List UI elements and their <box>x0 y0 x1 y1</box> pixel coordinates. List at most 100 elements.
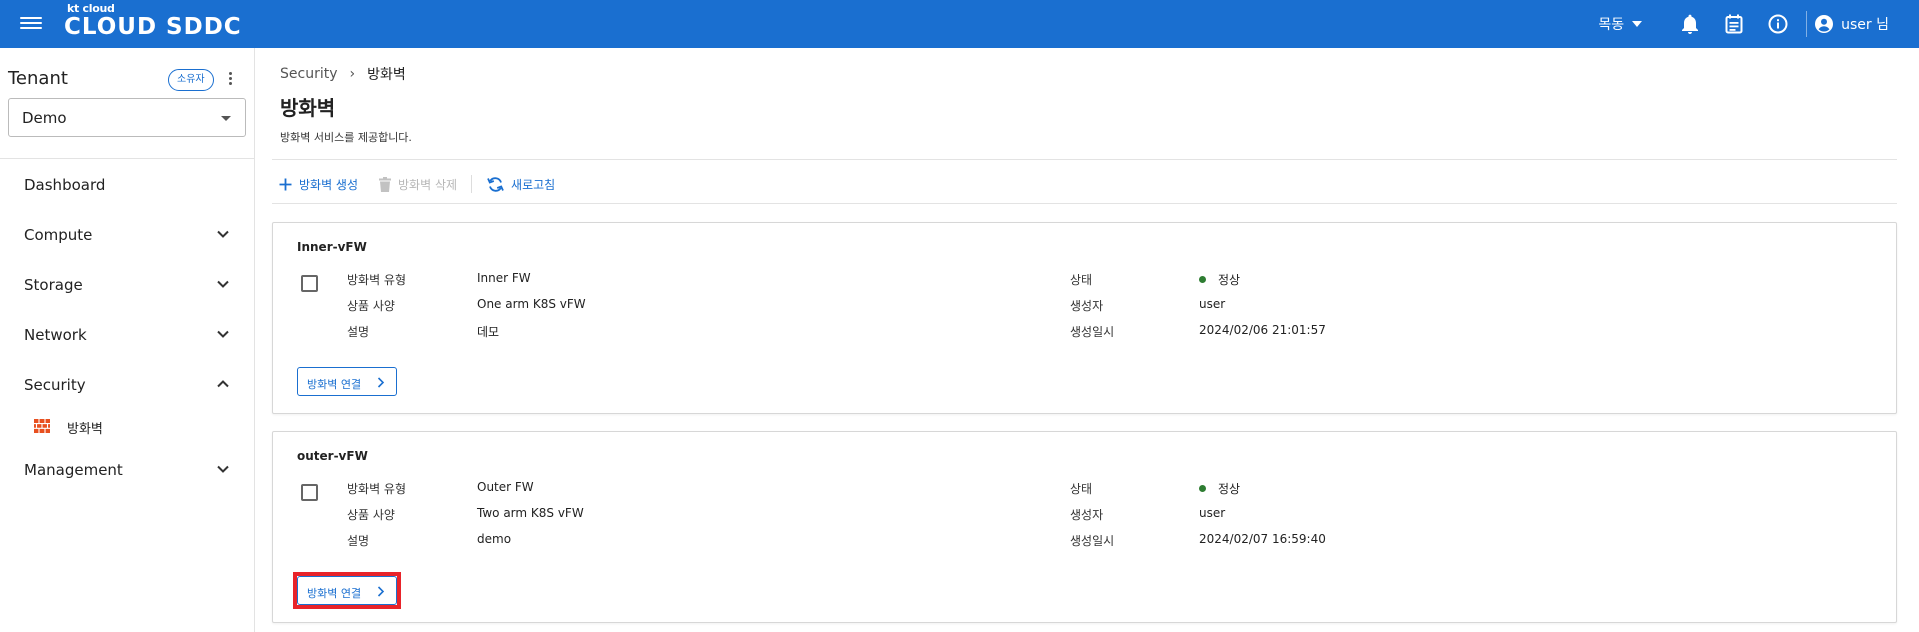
create-firewall-button[interactable]: 방화벽 생성 <box>272 176 358 193</box>
divider <box>272 203 1897 204</box>
firewall-connect-button[interactable]: 방화벽 연결 <box>297 367 397 396</box>
logo-brand: CLOUD SDDC <box>64 14 242 40</box>
created-at-value: 2024/02/06 21:01:57 <box>1199 323 1326 337</box>
spec-value: Two arm K8S vFW <box>477 506 584 520</box>
type-label: 방화벽 유형 <box>347 482 407 496</box>
chevron-right-icon <box>377 586 385 597</box>
bell-icon[interactable] <box>1668 0 1712 48</box>
description-label: 설명 <box>347 325 370 339</box>
creator-label: 생성자 <box>1070 299 1104 313</box>
calendar-icon[interactable] <box>1712 0 1756 48</box>
breadcrumb-security[interactable]: Security <box>280 66 338 82</box>
region-label: 목동 <box>1598 17 1625 33</box>
toolbar: 방화벽 생성 방화벽 삭제 새로고침 <box>272 169 569 199</box>
status-dot-icon <box>1199 276 1206 283</box>
sidebar-item-label: Security <box>24 376 86 394</box>
description-value: 데모 <box>477 325 500 339</box>
sidebar-item-label: Compute <box>24 226 93 244</box>
sidebar-item-label: Network <box>24 326 87 344</box>
delete-firewall-button[interactable]: 방화벽 삭제 <box>372 176 457 193</box>
main-content: Security › 방화벽 방화벽 방화벽 서비스를 제공합니다. 방화벽 생… <box>272 48 1897 632</box>
sidebar-item-compute[interactable]: Compute <box>0 215 254 255</box>
creator-label: 생성자 <box>1070 508 1104 522</box>
firewall-connect-button[interactable]: 방화벽 연결 <box>297 576 397 605</box>
firewall-name: Inner-vFW <box>297 240 367 254</box>
tenant-select[interactable]: Demo <box>8 98 246 137</box>
header-divider <box>1806 11 1808 37</box>
breadcrumb-current: 방화벽 <box>367 67 406 83</box>
create-firewall-label: 방화벽 생성 <box>299 177 359 192</box>
sidebar-item-security[interactable]: Security <box>0 365 254 405</box>
sidebar-subitem-firewall[interactable]: 방화벽 <box>0 408 254 444</box>
chevron-down-icon <box>217 230 229 238</box>
tenant-title: Tenant <box>8 68 68 89</box>
spec-label: 상품 사양 <box>347 299 395 313</box>
sidebar-item-dashboard[interactable]: Dashboard <box>0 165 254 205</box>
status-value: 정상 <box>1218 482 1241 496</box>
chevron-down-icon <box>217 330 229 338</box>
created-at-label: 생성일시 <box>1070 325 1115 339</box>
chevron-right-icon <box>377 377 385 388</box>
chevron-down-icon <box>217 280 229 288</box>
sidebar-divider <box>0 158 255 159</box>
refresh-button[interactable]: 새로고침 <box>480 176 555 193</box>
tenant-select-value: Demo <box>22 109 67 127</box>
type-label: 방화벽 유형 <box>347 273 407 287</box>
breadcrumb-separator-icon: › <box>349 66 356 82</box>
page-description: 방화벽 서비스를 제공합니다. <box>280 131 412 144</box>
info-icon[interactable] <box>1756 0 1800 48</box>
sidebar-item-network[interactable]: Network <box>0 315 254 355</box>
description-label: 설명 <box>347 534 370 548</box>
more-vert-icon[interactable] <box>226 72 234 88</box>
created-at-value: 2024/02/07 16:59:40 <box>1199 532 1326 546</box>
firewall-card: Inner-vFW 방화벽 유형 Inner FW 상품 사양 One arm … <box>272 222 1897 414</box>
firewall-connect-label: 방화벽 연결 <box>307 378 362 391</box>
trash-icon <box>379 176 392 192</box>
logo-kt-cloud: kt cloud <box>67 2 115 15</box>
sidebar-item-label: Storage <box>24 276 83 294</box>
sidebar-subitem-label: 방화벽 <box>67 422 103 437</box>
status-label: 상태 <box>1070 482 1093 496</box>
refresh-label: 새로고침 <box>511 177 556 192</box>
sidebar: Tenant 소유자 Demo Dashboard Compute Storag… <box>0 48 255 632</box>
sidebar-item-management[interactable]: Management <box>0 450 254 490</box>
logo[interactable]: kt cloud CLOUD SDDC <box>64 3 242 39</box>
chevron-down-icon <box>217 465 229 473</box>
firewall-icon <box>34 419 50 433</box>
status-dot-icon <box>1199 485 1206 492</box>
divider <box>272 159 1897 160</box>
spec-value: One arm K8S vFW <box>477 297 586 311</box>
region-selector[interactable]: 목동 <box>1598 14 1643 34</box>
user-name: user 님 <box>1841 17 1889 33</box>
user-menu[interactable]: user 님 <box>1815 14 1889 34</box>
creator-value: user <box>1199 297 1226 311</box>
status-label: 상태 <box>1070 273 1093 287</box>
delete-firewall-label: 방화벽 삭제 <box>398 177 458 192</box>
refresh-icon <box>487 176 504 192</box>
sidebar-item-label: Dashboard <box>24 176 106 194</box>
firewall-card: outer-vFW 방화벽 유형 Outer FW 상품 사양 Two arm … <box>272 431 1897 623</box>
page-title: 방화벽 <box>280 96 336 120</box>
top-app-bar: kt cloud CLOUD SDDC 목동 user 님 <box>0 0 1919 48</box>
sidebar-item-label: Management <box>24 461 123 479</box>
select-checkbox[interactable] <box>301 275 318 292</box>
owner-badge: 소유자 <box>168 69 214 91</box>
dropdown-arrow-icon <box>221 116 231 121</box>
plus-icon <box>279 178 292 190</box>
hamburger-menu-icon[interactable] <box>20 14 42 34</box>
select-checkbox[interactable] <box>301 484 318 501</box>
firewall-name: outer-vFW <box>297 449 368 463</box>
breadcrumb: Security › 방화벽 <box>280 64 406 84</box>
type-value: Outer FW <box>477 480 534 494</box>
type-value: Inner FW <box>477 271 531 285</box>
description-value: demo <box>477 532 512 546</box>
creator-value: user <box>1199 506 1226 520</box>
status-value: 정상 <box>1218 273 1241 287</box>
caret-down-icon <box>1632 21 1643 27</box>
spec-label: 상품 사양 <box>347 508 395 522</box>
created-at-label: 생성일시 <box>1070 534 1115 548</box>
firewall-connect-label: 방화벽 연결 <box>307 587 362 600</box>
sidebar-item-storage[interactable]: Storage <box>0 265 254 305</box>
toolbar-divider <box>471 175 473 193</box>
chevron-up-icon <box>217 380 229 388</box>
